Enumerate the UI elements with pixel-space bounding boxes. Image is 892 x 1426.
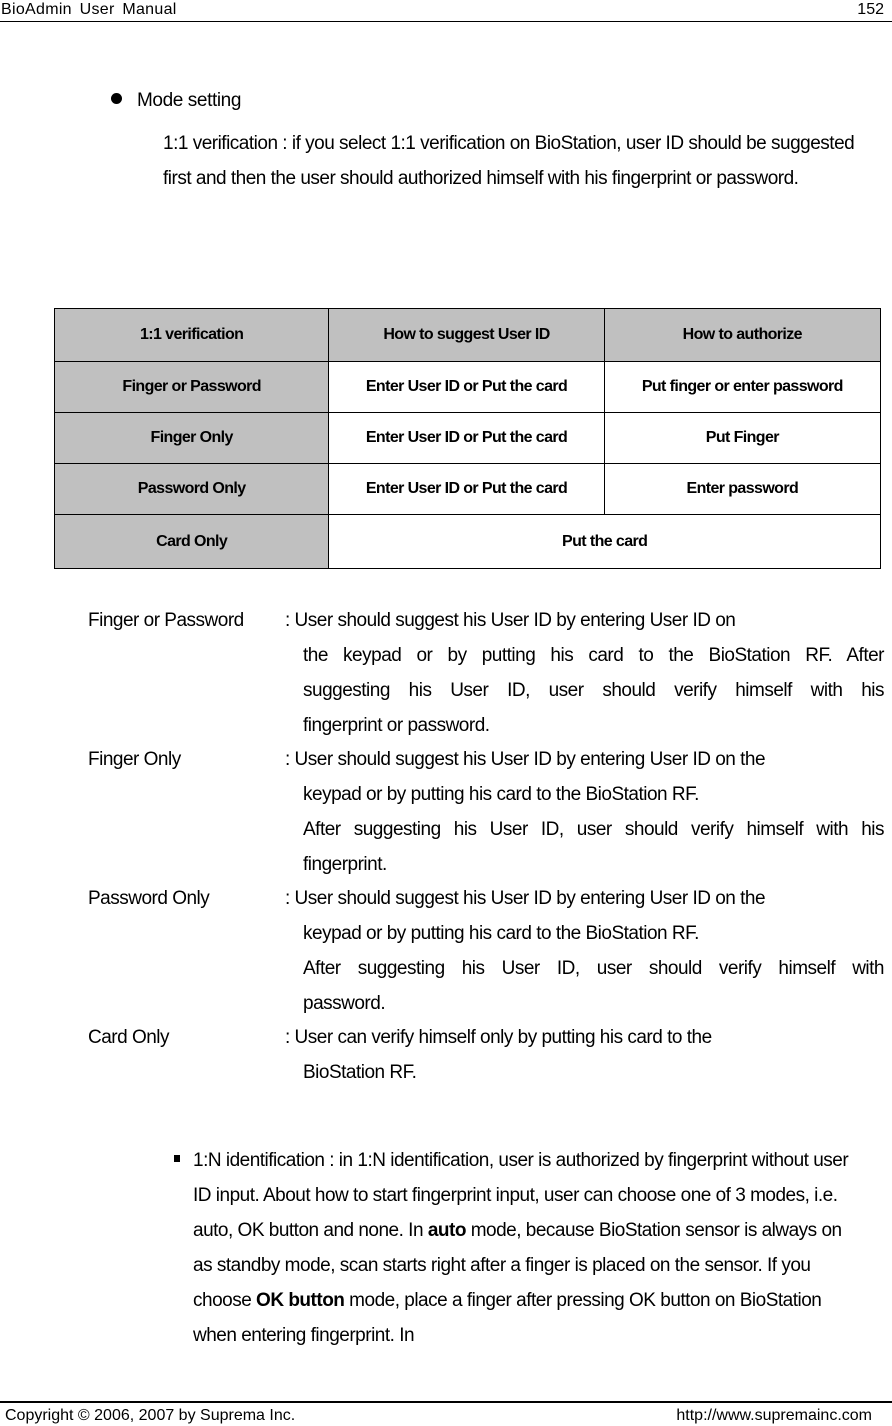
definition-term: Finger or Password bbox=[88, 610, 244, 631]
mode-definitions: Finger or Password : User should suggest… bbox=[88, 604, 885, 1090]
table-row: Finger Only Enter User ID or Put the car… bbox=[53, 412, 882, 464]
definition-first-line: : User should suggest his User ID by ent… bbox=[285, 888, 766, 909]
definition-line: BioStation RF. bbox=[303, 1062, 417, 1083]
definition-line: keypad or by putting his card to the Bio… bbox=[303, 923, 699, 944]
definition-first-line: : User can verify himself only by puttin… bbox=[285, 1027, 712, 1048]
identification-bold-auto: auto bbox=[427, 1220, 467, 1241]
page-header: BioAdmin User Manual 152 bbox=[0, 0, 892, 22]
identification-bold-ok-button: OK button bbox=[256, 1290, 345, 1311]
definition-line: password. bbox=[303, 993, 386, 1014]
definition-first-line: : User should suggest his User ID by ent… bbox=[285, 749, 766, 770]
definition-item: Card Only : User can verify himself only… bbox=[88, 1021, 884, 1090]
merged-cell: Put the card bbox=[328, 514, 881, 569]
table-header-cell: 1:1 verification bbox=[53, 308, 330, 362]
table-header-row: 1:1 verification How to suggest User ID … bbox=[53, 308, 882, 362]
mode-cell: Finger or Password bbox=[53, 361, 330, 413]
mode-cell: Password Only bbox=[53, 463, 330, 515]
definition-item: Password Only : User should suggest his … bbox=[88, 882, 885, 1021]
copyright-text: Copyright © 2006, 2007 by Suprema Inc. bbox=[5, 1407, 296, 1424]
definition-body: keypad or by putting his card to the Bio… bbox=[303, 777, 885, 882]
mode-cell: Finger Only bbox=[53, 412, 330, 464]
table-row: Card Only Put the card bbox=[53, 514, 881, 569]
suggest-cell: Enter User ID or Put the card bbox=[328, 463, 605, 515]
authorize-cell: Enter password bbox=[603, 463, 882, 515]
definition-line: fingerprint. bbox=[303, 854, 387, 875]
authorize-cell: Put finger or enter password bbox=[603, 361, 882, 413]
verification-mode-table: 1:1 verification How to suggest User ID … bbox=[53, 308, 882, 569]
definition-line: After suggesting his User ID, user shoul… bbox=[303, 819, 885, 840]
definition-line: suggesting his User ID, user should veri… bbox=[303, 680, 885, 701]
footer-url: http://www.supremainc.com bbox=[676, 1407, 872, 1424]
table-header-cell: How to authorize bbox=[603, 308, 882, 362]
definition-body: BioStation RF. bbox=[303, 1055, 884, 1090]
page-number: 152 bbox=[857, 1, 884, 18]
mode-cell: Card Only bbox=[53, 514, 330, 569]
table-header-cell: How to suggest User ID bbox=[328, 308, 605, 362]
definition-term: Finger Only bbox=[88, 749, 181, 770]
page-footer: Copyright © 2006, 2007 by Suprema Inc. h… bbox=[0, 1401, 892, 1424]
definition-line: After suggesting his User ID, user shoul… bbox=[303, 958, 885, 979]
section-title: Mode setting bbox=[137, 90, 241, 111]
identification-paragraph: 1:N identification : in 1:N identificati… bbox=[193, 1143, 863, 1353]
table-row: Password Only Enter User ID or Put the c… bbox=[53, 463, 882, 515]
definition-item: Finger Only : User should suggest his Us… bbox=[88, 743, 885, 882]
authorize-cell: Put Finger bbox=[603, 412, 882, 464]
definition-body: keypad or by putting his card to the Bio… bbox=[303, 916, 885, 1021]
definition-line: fingerprint or password. bbox=[303, 715, 490, 736]
bullet-dot-icon bbox=[111, 93, 122, 104]
definition-first-line: : User should suggest his User ID by ent… bbox=[285, 610, 736, 631]
definition-term: Card Only bbox=[88, 1027, 170, 1048]
square-bullet-icon bbox=[174, 1155, 180, 1162]
definition-line: the keypad or by putting his card to the… bbox=[303, 645, 885, 666]
definition-item: Finger or Password : User should suggest… bbox=[88, 604, 885, 743]
definition-line: keypad or by putting his card to the Bio… bbox=[303, 784, 699, 805]
table-row: Finger or Password Enter User ID or Put … bbox=[53, 361, 882, 413]
document-title: BioAdmin User Manual bbox=[1, 1, 177, 18]
definition-term: Password Only bbox=[88, 888, 210, 909]
definition-body: the keypad or by putting his card to the… bbox=[303, 638, 885, 743]
section-heading: Mode setting bbox=[111, 90, 241, 112]
intro-paragraph: 1:1 verification : if you select 1:1 ver… bbox=[163, 133, 855, 189]
suggest-cell: Enter User ID or Put the card bbox=[328, 412, 605, 464]
suggest-cell: Enter User ID or Put the card bbox=[328, 361, 605, 413]
